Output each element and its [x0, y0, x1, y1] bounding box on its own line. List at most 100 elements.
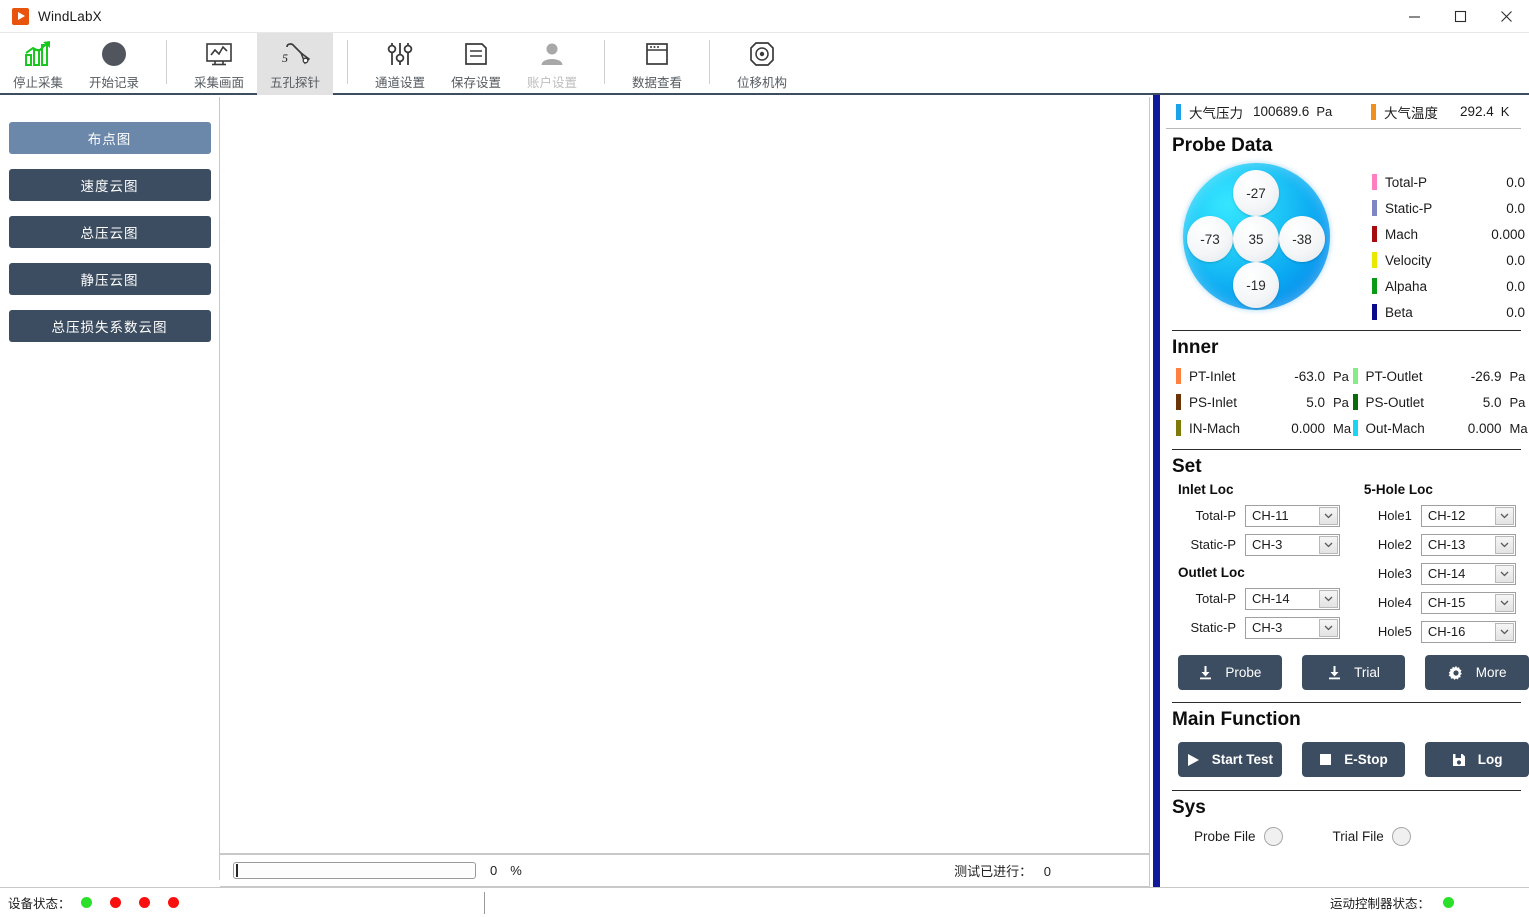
chevron-down-icon[interactable]: [1494, 622, 1514, 641]
color-bar: [1372, 200, 1377, 216]
set-title: Set: [1172, 456, 1202, 477]
reading-name: Mach: [1385, 226, 1419, 242]
set-right-column: 5-Hole Loc Hole1 CH-12 Hole2 CH-13 Hole3…: [1358, 480, 1529, 646]
field-label: Total-P: [1195, 508, 1236, 523]
outlet-static-p-select[interactable]: CH-3: [1245, 616, 1340, 639]
window-data-icon: [643, 38, 671, 69]
sys-title: Sys: [1172, 797, 1206, 818]
reading-value: 0.0: [1506, 304, 1525, 320]
reading-name: Alpaha: [1385, 278, 1428, 294]
chevron-down-icon[interactable]: [1319, 506, 1338, 525]
probe-reading-row: Total-P 0.0 Pa: [1372, 169, 1529, 195]
hole4-select[interactable]: CH-15: [1420, 591, 1516, 614]
toolbar-label: 账户设置: [526, 76, 577, 90]
hole3-select[interactable]: CH-14: [1420, 562, 1516, 585]
probe-hole-right: -38: [1279, 216, 1325, 262]
log-button[interactable]: Log: [1425, 742, 1529, 777]
gear-icon: [1448, 665, 1464, 681]
chevron-down-icon[interactable]: [1494, 506, 1514, 525]
sidebar-button-static-pressure-contour[interactable]: 静压云图: [8, 263, 211, 295]
hole2-select[interactable]: CH-13: [1420, 533, 1516, 556]
field-label: Hole4: [1377, 595, 1412, 610]
outlet-total-p-select[interactable]: CH-14: [1245, 587, 1340, 610]
toolbar-item-stop-acquisition[interactable]: 停止采集: [0, 33, 76, 95]
inlet-total-p-field: Total-P CH-11: [1172, 501, 1358, 530]
device-led-2: [109, 897, 121, 908]
trial-file-status: Trial File: [1333, 827, 1411, 846]
probe-button[interactable]: Probe: [1178, 655, 1282, 690]
progress-bar[interactable]: [233, 862, 476, 879]
color-bar: [1372, 278, 1377, 294]
record-circle-icon: [100, 38, 128, 69]
probe-hole-bottom: -19: [1233, 262, 1279, 308]
chevron-down-icon[interactable]: [1319, 589, 1338, 608]
sidebar-button-total-pressure-loss-coefficient-contour[interactable]: 总压损失系数云图: [8, 310, 211, 342]
inner-value: 0.000: [1467, 420, 1502, 436]
probe-reading-row: Beta 0.0 °: [1372, 299, 1529, 325]
sidebar-button-total-pressure-contour[interactable]: 总压云图: [8, 216, 211, 248]
inner-unit: Pa: [1333, 394, 1349, 410]
toolbar-separator: [347, 40, 348, 84]
sidebar-button-velocity-contour[interactable]: 速度云图: [8, 169, 211, 201]
button-label: Probe: [1225, 665, 1262, 680]
app-title: WindLabX: [38, 8, 102, 24]
color-bar: [1372, 252, 1377, 268]
svg-text:5: 5: [282, 51, 288, 65]
toolbar-item-displacement-stage[interactable]: 位移机构: [724, 33, 800, 95]
toolbar-separator: [166, 40, 167, 84]
color-bar: [1176, 368, 1181, 384]
user-account-icon: [538, 38, 566, 69]
plot-canvas[interactable]: [220, 97, 1150, 854]
toolbar-item-account-settings[interactable]: 账户设置: [514, 33, 590, 95]
toolbar-item-save-settings[interactable]: 保存设置: [438, 33, 514, 95]
hole5-select[interactable]: CH-16: [1420, 620, 1516, 643]
toolbar-item-five-hole-probe[interactable]: 5 五孔探针: [257, 33, 333, 95]
toolbar-item-data-view[interactable]: 数据查看: [619, 33, 695, 95]
inlet-static-p-select[interactable]: CH-3: [1245, 533, 1340, 556]
outlet-static-p-field: Static-P CH-3: [1172, 613, 1358, 642]
bar-chart-up-icon: [23, 38, 53, 69]
reading-value: 0.0: [1506, 200, 1525, 216]
field-label: Hole1: [1377, 508, 1412, 523]
probe-reading-row: Alpaha 0.0 °: [1372, 273, 1529, 299]
chevron-down-icon[interactable]: [1319, 535, 1338, 554]
start-test-button[interactable]: Start Test: [1178, 742, 1282, 777]
chevron-down-icon[interactable]: [1319, 618, 1338, 637]
minimize-icon[interactable]: [1391, 0, 1437, 33]
sidebar-button-layout-map[interactable]: 布点图: [8, 122, 211, 154]
hole2-field: Hole2 CH-13: [1358, 530, 1529, 559]
inlet-loc-title: Inlet Loc: [1178, 482, 1234, 497]
close-icon[interactable]: [1483, 0, 1529, 33]
toolbar-item-channel-settings[interactable]: 通道设置: [362, 33, 438, 95]
probe-data-title: Probe Data: [1172, 135, 1273, 156]
test-progress-value: 0: [1043, 864, 1051, 879]
toolbar-item-acquisition-view[interactable]: 采集画面: [181, 33, 257, 95]
motion-controller-label: 运动控制器状态：: [1329, 897, 1430, 911]
chevron-down-icon[interactable]: [1494, 564, 1514, 583]
emergency-stop-button[interactable]: E-Stop: [1301, 742, 1406, 777]
trial-button[interactable]: Trial: [1301, 655, 1406, 690]
floppy-save-icon: [462, 38, 490, 69]
inlet-total-p-select[interactable]: CH-11: [1245, 504, 1340, 527]
toolbar-separator: [709, 40, 710, 84]
hole1-select[interactable]: CH-12: [1420, 504, 1516, 527]
test-progress-label: 测试已进行：: [954, 864, 1033, 879]
toolbar-label: 通道设置: [374, 76, 425, 90]
inner-title: Inner: [1172, 337, 1219, 358]
button-label: Start Test: [1211, 752, 1273, 767]
toolbar-item-start-record[interactable]: 开始记录: [76, 33, 152, 95]
hole3-field: Hole3 CH-14: [1358, 559, 1529, 588]
field-label: Hole2: [1377, 537, 1412, 552]
toolbar-label: 数据查看: [631, 76, 682, 90]
left-sidebar: 布点图 速度云图 总压云图 静压云图 总压损失系数云图: [0, 97, 220, 880]
set-left-column: Inlet Loc Total-P CH-11 Static-P CH-3 Ou…: [1172, 480, 1358, 646]
maximize-icon[interactable]: [1437, 0, 1483, 33]
atmospheric-pressure-row: 大气压力 100689.6 Pa: [1166, 95, 1361, 129]
more-button[interactable]: More: [1425, 655, 1529, 690]
chevron-down-icon[interactable]: [1494, 535, 1514, 554]
probe-reading-row: Static-P 0.0 Pa: [1372, 195, 1529, 221]
chevron-down-icon[interactable]: [1494, 593, 1514, 612]
status-bar: 设备状态： 运动控制器状态：: [0, 887, 1529, 917]
probe-hole-left: -73: [1187, 216, 1233, 262]
atmospheric-temperature-label: 大气温度: [1384, 105, 1438, 121]
